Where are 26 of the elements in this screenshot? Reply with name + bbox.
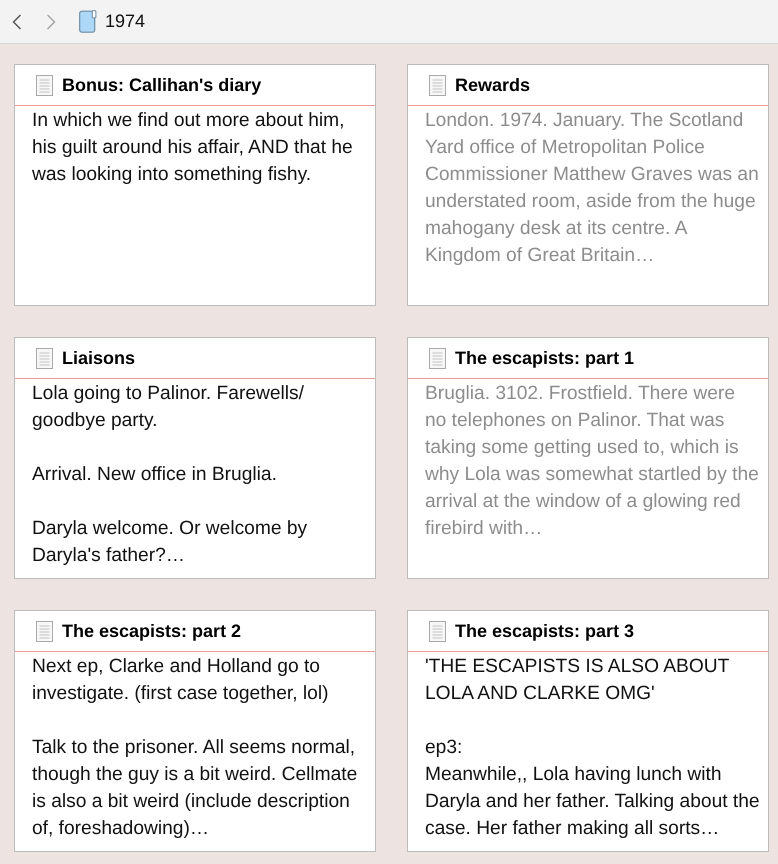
chevron-left-icon [12,14,22,30]
document-icon [429,620,446,642]
index-card[interactable]: Bonus: Callihan's diary In which we find out more about him, his guilt around his affair, AND that he was looking into something fishy. [14,64,376,306]
card-synopsis: In which we find out more about him, his guilt around his affair, AND that he was looking into something fishy. [32,109,354,187]
document-icon [429,348,446,368]
document-icon [79,10,97,33]
card-title: The escapists: part 3 [455,620,634,642]
document-icon [36,348,53,368]
card-excerpt-text: London. 1974. January. The Scotland Yard office of Metropolitan Police Commissioner Matthew Graves was an understated room, aside from the huge mahogany desk at its centre. A Kingdom of Great Britain… [425,109,760,268]
card-title: Rewards [455,74,530,96]
document-icon [429,74,446,96]
document-icon [36,620,53,642]
index-card[interactable] [14,610,376,852]
card-title: The escapists: part 2 [62,620,242,642]
card-title: Bonus: Callihan's diary [62,74,262,96]
card-excerpt-text: Bruglia. 3102. Frostfield. There were no telephones on Palinor. That was taking some getting used to, which is why Lola was somewhat startled by the arrival at the window of a glowing red firebird with… [425,382,760,541]
index-card[interactable]: The escapists: part 3 'THE ESCAPISTS IS ALSO ABOUT LOLA AND CLARKE OMG' ep3: Meanwhile,, Lola having lunch with Daryla and her father. Talking about the case. Her father making all sorts… [407,610,769,852]
card-synopsis: Lola going to Palinor. Farewells/ goodbye party. Arrival. New office in Bruglia. Daryla welcome. Or welcome by Daryla's father?… [32,382,308,568]
document-icon [36,74,53,96]
card-title: The escapists: part 1 [455,348,634,368]
card-synopsis: Next ep, Clarke and Holland go to investigate. (first case together, lol) Talk to the prisoner. All seems normal, though the guy is a bit weird. Cellmate is also a bit weird (include description of, foreshadowing)… [32,655,358,841]
index-card[interactable]: Liaisons Lola going to Palinor. Farewells/ goodbye party. Arrival. New office in Bruglia. Daryla welcome. Or welcome by Daryla's father?… [14,337,376,579]
card-synopsis: 'THE ESCAPISTS IS ALSO ABOUT LOLA AND CLARKE OMG' ep3: Meanwhile,, Lola having lunch with Daryla and her father. Talking about the case. Her father making all sorts… [425,655,760,841]
chevron-right-icon [46,14,56,30]
card-title: Liaisons [62,348,136,368]
breadcrumb-title: 1974 [105,11,146,32]
